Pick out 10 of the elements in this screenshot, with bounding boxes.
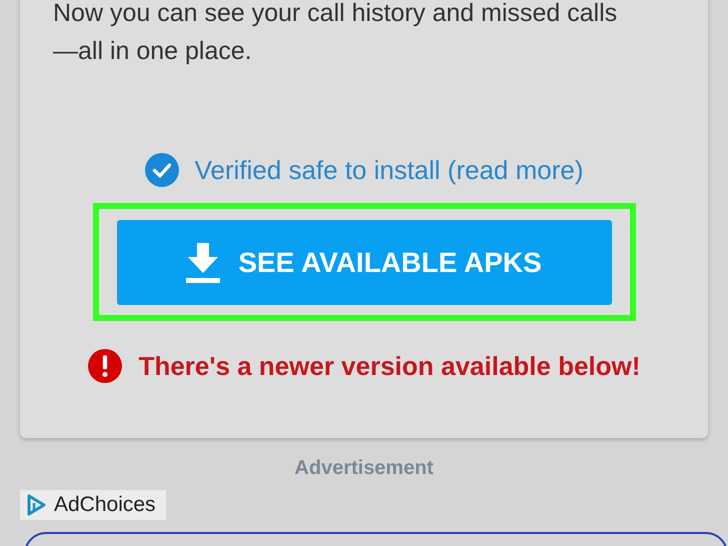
advertisement-label: Advertisement [294, 457, 434, 480]
download-icon [186, 242, 220, 282]
adchoices-text: AdChoices [54, 493, 156, 517]
verified-text: Verified safe to install (read more) [194, 154, 584, 186]
check-circle-icon [144, 153, 179, 187]
adchoices-icon [26, 494, 46, 516]
description-text: Now you can see your call history and missed calls—all in one place. [52, 0, 618, 67]
warning-icon [88, 349, 122, 383]
adchoices-badge[interactable]: AdChoices [20, 490, 166, 520]
warning-text: There's a newer version available below! [138, 350, 640, 382]
